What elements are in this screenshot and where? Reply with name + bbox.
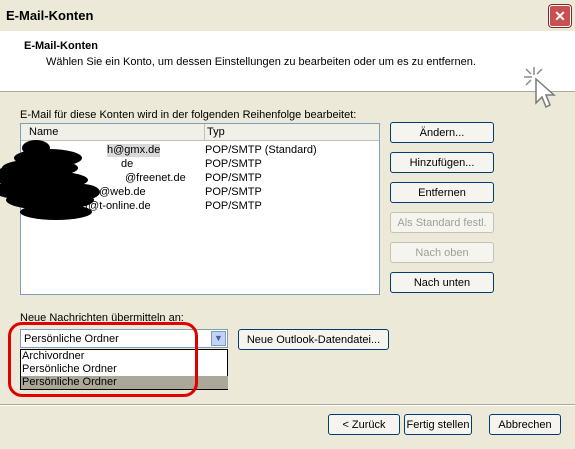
add-button[interactable]: Hinzufügen...	[390, 152, 494, 173]
email-accounts-dialog: E-Mail-Konten ✕ E-Mail-Konten Wählen Sie…	[0, 0, 575, 449]
footer-divider	[0, 404, 575, 406]
finish-button[interactable]: Fertig stellen	[404, 414, 472, 435]
dialog-header: E-Mail-Konten Wählen Sie ein Konto, um d…	[0, 31, 575, 109]
header-title: E-Mail-Konten	[24, 40, 98, 52]
account-type: POP/SMTP	[205, 158, 262, 170]
account-type: POP/SMTP	[205, 172, 262, 184]
account-type: POP/SMTP (Standard)	[205, 144, 317, 156]
window-title: E-Mail-Konten	[6, 8, 94, 23]
remove-button[interactable]: Entfernen	[390, 182, 494, 203]
highlight-annotation	[8, 322, 198, 397]
account-type: POP/SMTP	[205, 186, 262, 198]
account-type: POP/SMTP	[205, 200, 262, 212]
title-bar: E-Mail-Konten ✕	[0, 0, 575, 31]
move-down-button[interactable]: Nach unten	[390, 272, 494, 293]
column-header-type[interactable]: Typ	[205, 124, 379, 141]
header-subtitle: Wählen Sie ein Konto, um dessen Einstell…	[46, 56, 476, 68]
wizard-cursor-icon	[524, 67, 556, 109]
account-name: de	[121, 158, 134, 170]
new-data-file-button[interactable]: Neue Outlook-Datendatei...	[238, 329, 389, 350]
back-button[interactable]: < Zurück	[328, 414, 400, 435]
set-default-button[interactable]: Als Standard festl.	[390, 212, 494, 233]
change-button[interactable]: Ändern...	[390, 122, 494, 143]
accounts-list-label: E-Mail für diese Konten wird in der folg…	[20, 109, 357, 121]
redaction-scribble	[0, 140, 100, 220]
cancel-button[interactable]: Abbrechen	[489, 414, 561, 435]
account-name: @freenet.de	[125, 172, 186, 184]
move-up-button[interactable]: Nach oben	[390, 242, 494, 263]
chevron-down-icon[interactable]: ▼	[211, 331, 226, 346]
close-button[interactable]: ✕	[549, 5, 571, 27]
